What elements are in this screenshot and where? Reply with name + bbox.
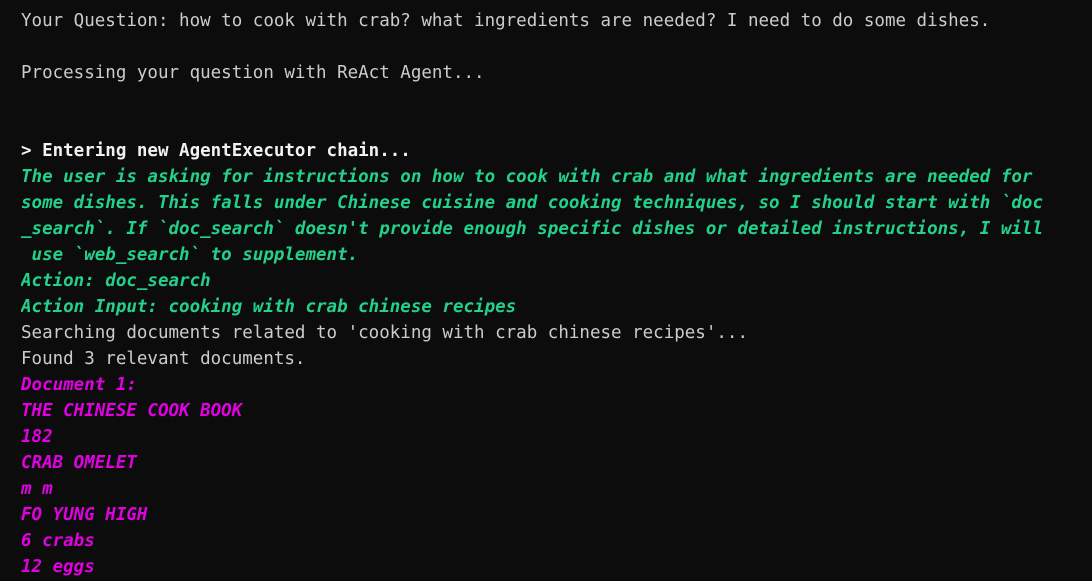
document-line: 182 (21, 427, 53, 447)
document-line: THE CHINESE COOK BOOK (21, 401, 243, 421)
document-line: 6 crabs (21, 531, 95, 551)
searching-line: Searching documents related to 'cooking … (21, 323, 748, 343)
document-line: FO YUNG HIGH (21, 505, 148, 525)
action-input-line: Action Input: cooking with crab chinese … (21, 297, 517, 317)
question-line: Your Question: how to cook with crab? wh… (21, 11, 991, 31)
document-line: Document 1: (21, 375, 137, 395)
found-line: Found 3 relevant documents. (21, 349, 306, 369)
thought-line: some dishes. This falls under Chinese cu… (21, 193, 1043, 213)
chain-header: > Entering new AgentExecutor chain... (21, 141, 411, 161)
document-line: CRAB OMELET (21, 453, 137, 473)
action-line: Action: doc_search (21, 271, 211, 291)
document-line: 12 eggs (21, 557, 95, 577)
processing-line: Processing your question with ReAct Agen… (21, 63, 485, 83)
thought-line: _search`. If `doc_search` doesn't provid… (21, 219, 1043, 239)
thought-line: The user is asking for instructions on h… (21, 167, 1033, 187)
thought-line: use `web_search` to supplement. (21, 245, 359, 265)
document-line: m m (21, 479, 53, 499)
terminal-output[interactable]: Your Question: how to cook with crab? wh… (0, 0, 1092, 581)
